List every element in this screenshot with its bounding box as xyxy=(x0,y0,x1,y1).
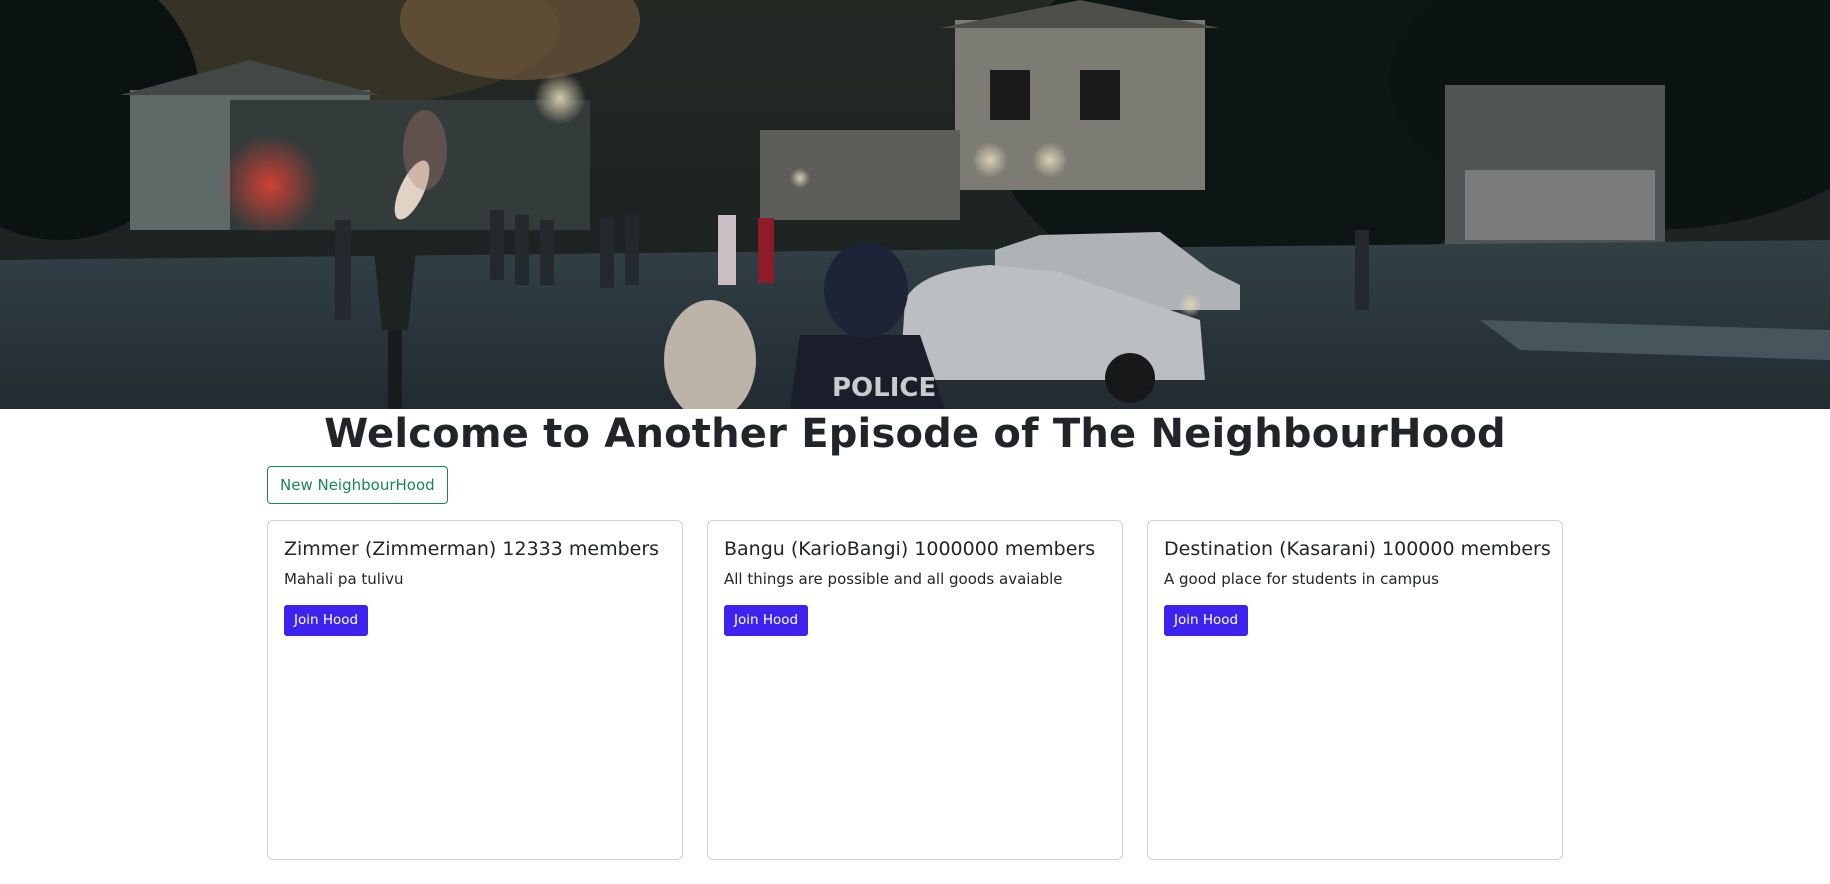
hero-image: POLICE xyxy=(0,0,1830,409)
join-hood-button[interactable]: Join Hood xyxy=(284,605,369,636)
hood-card-description: All things are possible and all goods av… xyxy=(724,570,1063,588)
new-neighbourhood-button[interactable]: New NeighbourHood xyxy=(267,466,448,504)
hood-card-list: Zimmer (Zimmerman) 12333 members Mahali … xyxy=(267,520,1563,860)
hood-card-title: Bangu (KarioBangi) 1000000 members xyxy=(724,538,1096,560)
hood-card-description: A good place for students in campus xyxy=(1164,570,1439,588)
hood-card: Bangu (KarioBangi) 1000000 members All t… xyxy=(707,520,1123,860)
hood-card: Zimmer (Zimmerman) 12333 members Mahali … xyxy=(267,520,683,860)
hood-card-description: Mahali pa tulivu xyxy=(284,570,404,588)
hood-card: Destination (Kasarani) 100000 members A … xyxy=(1147,520,1563,860)
join-hood-button[interactable]: Join Hood xyxy=(724,605,809,636)
neighbourhood-photo-icon: POLICE xyxy=(0,0,1830,409)
join-hood-button[interactable]: Join Hood xyxy=(1164,605,1249,636)
hood-card-title: Destination (Kasarani) 100000 members xyxy=(1164,538,1551,560)
hood-card-title: Zimmer (Zimmerman) 12333 members xyxy=(284,538,660,560)
page-title: Welcome to Another Episode of The Neighb… xyxy=(324,411,1506,457)
